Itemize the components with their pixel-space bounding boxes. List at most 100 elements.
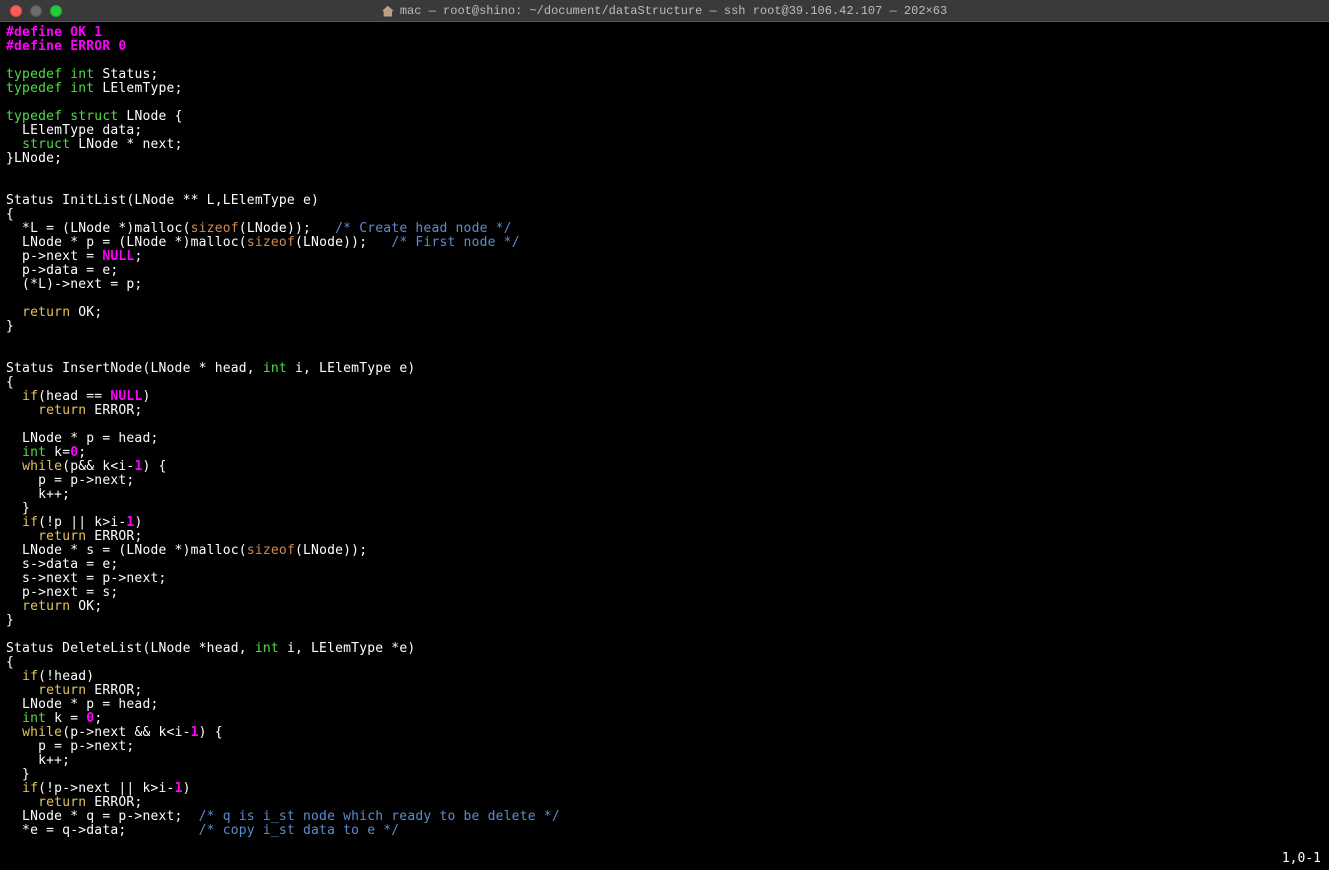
code-token: p->next =	[6, 249, 102, 264]
window-titlebar: mac — root@shino: ~/document/dataStructu…	[0, 0, 1329, 22]
code-token: LNode {	[118, 109, 182, 124]
code-token: NULL	[110, 389, 142, 404]
code-token: Status InitList(LNode ** L,LElemType e)	[6, 193, 319, 208]
code-token: return	[22, 599, 70, 614]
code-token: 1	[191, 725, 199, 740]
code-token: if	[22, 669, 38, 684]
code-token	[6, 529, 38, 544]
code-line: LNode * p = head;	[6, 698, 1323, 712]
code-line: }	[6, 320, 1323, 334]
code-token	[6, 725, 22, 740]
code-line: #define OK 1	[6, 26, 1323, 40]
code-line: LElemType data;	[6, 124, 1323, 138]
code-token: NULL	[102, 249, 134, 264]
code-line: Status InsertNode(LNode * head, int i, L…	[6, 362, 1323, 376]
code-line	[6, 348, 1323, 362]
code-token: s->data = e;	[6, 557, 118, 572]
code-line: }LNode;	[6, 152, 1323, 166]
code-token: ;	[78, 445, 86, 460]
code-token: /* q is i_st node which ready to be dele…	[199, 809, 560, 824]
code-token: sizeof	[191, 221, 239, 236]
code-line: {	[6, 208, 1323, 222]
code-token: (LNode));	[295, 235, 391, 250]
code-token	[6, 683, 38, 698]
code-token: LNode * q = p->next;	[6, 809, 199, 824]
code-token	[6, 795, 38, 810]
code-token: int	[263, 361, 287, 376]
code-token: p = p->next;	[6, 473, 134, 488]
code-line: if(!head)	[6, 670, 1323, 684]
code-token: }	[6, 767, 30, 782]
code-line: int k = 0;	[6, 712, 1323, 726]
code-line: typedef int Status;	[6, 68, 1323, 82]
code-token: {	[6, 375, 14, 390]
code-line: s->next = p->next;	[6, 572, 1323, 586]
code-token: *e = q->data;	[6, 823, 199, 838]
code-token: int	[255, 641, 279, 656]
code-token: s->next = p->next;	[6, 571, 167, 586]
code-line: Status InitList(LNode ** L,LElemType e)	[6, 194, 1323, 208]
code-token: /* copy i_st data to e */	[199, 823, 400, 838]
code-token: typedef	[6, 109, 70, 124]
code-line: {	[6, 656, 1323, 670]
code-line: return ERROR;	[6, 684, 1323, 698]
code-token: }	[6, 613, 14, 628]
code-token: i, LElemType e)	[287, 361, 415, 376]
code-line: #define ERROR 0	[6, 40, 1323, 54]
code-line: typedef int LElemType;	[6, 82, 1323, 96]
close-button[interactable]	[10, 5, 22, 17]
code-token: if	[22, 781, 38, 796]
code-line: }	[6, 768, 1323, 782]
minimize-button[interactable]	[30, 5, 42, 17]
code-token: }	[6, 501, 30, 516]
code-token: p = p->next;	[6, 739, 134, 754]
window-title: mac — root@shino: ~/document/dataStructu…	[382, 4, 947, 18]
code-token: int	[70, 81, 94, 96]
code-token	[6, 669, 22, 684]
code-line: {	[6, 376, 1323, 390]
code-token: k++;	[6, 487, 70, 502]
code-line: return OK;	[6, 306, 1323, 320]
code-token: {	[6, 655, 14, 670]
code-token: p->next = s;	[6, 585, 118, 600]
code-token: (p->next && k<i-	[62, 725, 190, 740]
code-token: return	[22, 305, 70, 320]
code-line: if(!p || k>i-1)	[6, 516, 1323, 530]
code-token: k =	[46, 711, 86, 726]
zoom-button[interactable]	[50, 5, 62, 17]
code-line	[6, 628, 1323, 642]
code-token: return	[38, 795, 86, 810]
code-token: /* Create head node */	[335, 221, 512, 236]
code-line: int k=0;	[6, 446, 1323, 460]
code-token: k=	[46, 445, 70, 460]
code-line	[6, 166, 1323, 180]
code-token: (!head)	[38, 669, 94, 684]
traffic-lights	[0, 5, 62, 17]
code-token	[6, 599, 22, 614]
code-token: ERROR;	[86, 683, 142, 698]
code-token: if	[22, 515, 38, 530]
code-line: struct LNode * next;	[6, 138, 1323, 152]
code-token: int	[22, 445, 46, 460]
code-line: p->data = e;	[6, 264, 1323, 278]
code-token: return	[38, 683, 86, 698]
code-token: (p&& k<i-	[62, 459, 134, 474]
code-token: #define ERROR	[6, 39, 118, 54]
code-token: (*L)->next = p;	[6, 277, 142, 292]
code-token	[6, 515, 22, 530]
code-token: sizeof	[247, 235, 295, 250]
code-token: }	[6, 319, 14, 334]
vim-status-position: 1,0-1	[1282, 852, 1321, 866]
terminal-content[interactable]: #define OK 1#define ERROR 0 typedef int …	[0, 22, 1329, 838]
code-token	[6, 781, 22, 796]
code-line	[6, 180, 1323, 194]
code-line: p = p->next;	[6, 740, 1323, 754]
code-token: int	[70, 67, 94, 82]
code-token: Status DeleteList(LNode *head,	[6, 641, 255, 656]
code-line: p = p->next;	[6, 474, 1323, 488]
code-token: LElemType;	[94, 81, 182, 96]
code-token: k++;	[6, 753, 70, 768]
code-line: p->next = NULL;	[6, 250, 1323, 264]
code-line: (*L)->next = p;	[6, 278, 1323, 292]
code-token	[6, 137, 22, 152]
